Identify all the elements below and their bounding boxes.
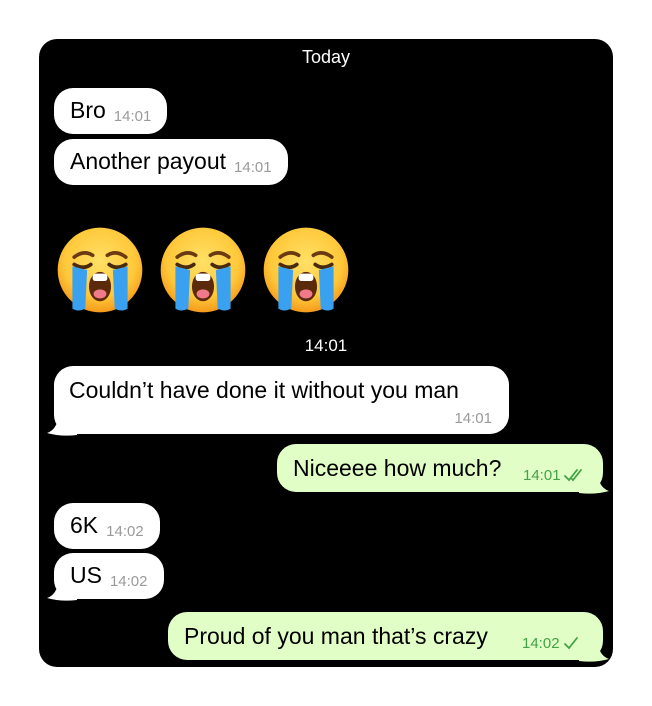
message-text: Proud of you man that’s crazy [184, 623, 488, 649]
message-time: 14:01 [234, 159, 272, 176]
emoji-time: 14:01 [304, 336, 348, 355]
message-bubble-incoming[interactable]: Couldn’t have done it without you man 14… [54, 366, 509, 434]
message-meta: 14:01 [523, 467, 586, 484]
message-bubble-incoming[interactable]: US 14:02 [54, 553, 164, 599]
message-meta: 14:02 [522, 635, 579, 652]
message-text: Bro [70, 97, 106, 123]
loudly-crying-face-icon [57, 227, 143, 313]
loudly-crying-face-icon [263, 227, 349, 313]
message-time: 14:02 [106, 523, 144, 540]
message-bubble-incoming[interactable]: Bro 14:01 [54, 88, 168, 134]
message-text: US [70, 562, 102, 588]
double-check-icon [563, 469, 582, 482]
message-text: Niceeee how much? [293, 455, 502, 481]
loudly-crying-face-icon [160, 227, 246, 313]
message-time: 14:02 [109, 573, 148, 590]
message-bubble-outgoing[interactable]: Proud of you man that’s crazy 14:02 [168, 612, 603, 660]
date-separator: Today [301, 47, 351, 67]
message-text: 6K [70, 512, 99, 538]
message-text: Couldn’t have done it without you man [69, 377, 459, 403]
message-time: 14:01 [454, 410, 492, 427]
message-bubble-incoming[interactable]: 6K 14:02 [54, 503, 160, 549]
message-bubble-incoming[interactable]: Another payout 14:01 [54, 139, 288, 185]
message-bubble-outgoing[interactable]: Niceeee how much? 14:01 [277, 444, 603, 492]
chat-window: Today Bro 14:01 Another payout 14:01 14:… [39, 39, 613, 667]
message-time: 14:02 [522, 635, 560, 652]
message-time: 14:01 [523, 467, 561, 484]
message-time: 14:01 [113, 108, 152, 125]
single-check-icon [563, 637, 578, 650]
message-text: Another payout [70, 148, 227, 174]
